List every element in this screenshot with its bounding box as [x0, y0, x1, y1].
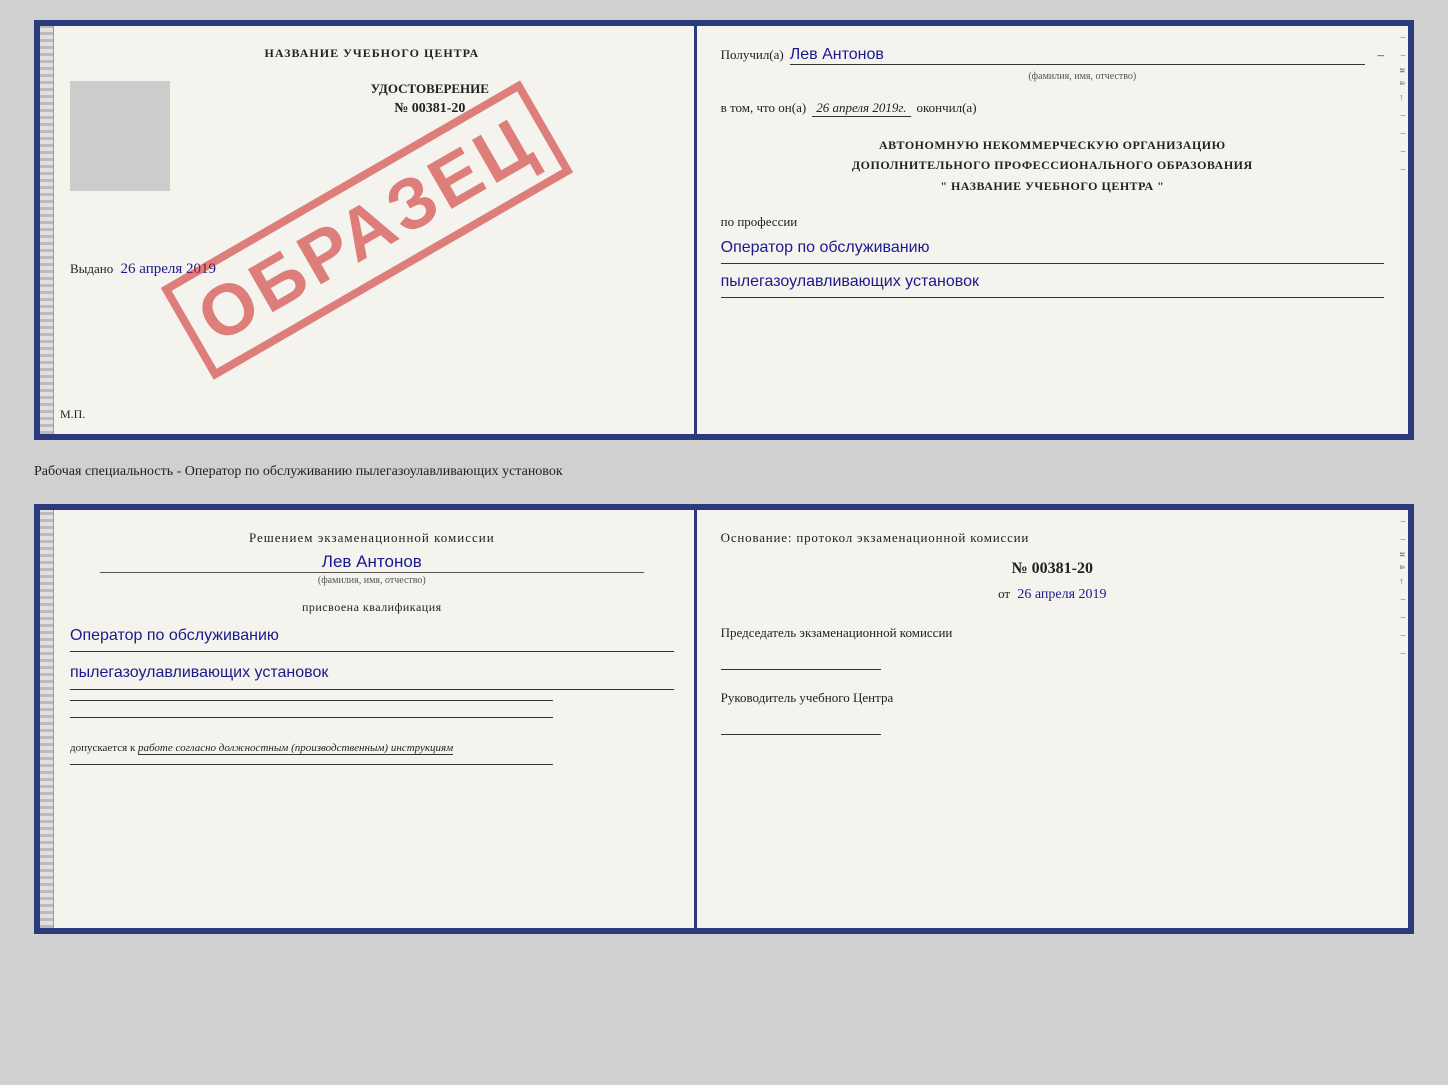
vtom-date: 26 апреля 2019г.	[812, 100, 910, 117]
chairman-label: Председатель экзаменационной комиссии	[721, 625, 1384, 641]
bottom-spine-decoration	[40, 510, 54, 928]
document-container: НАЗВАНИЕ УЧЕБНОГО ЦЕНТРА УДОСТОВЕРЕНИЕ №…	[34, 20, 1414, 934]
bottom-doc-right: Основание: протокол экзаменационной коми…	[697, 510, 1408, 928]
org-line2: ДОПОЛНИТЕЛЬНОГО ПРОФЕССИОНАЛЬНОГО ОБРАЗО…	[721, 155, 1384, 175]
osnovanie-text: Основание: протокол экзаменационной коми…	[721, 530, 1384, 546]
edge-decoration: – – и а ← – – – –	[1398, 26, 1408, 434]
org-line1: АВТОНОМНУЮ НЕКОММЕРЧЕСКУЮ ОРГАНИЗАЦИЮ	[721, 135, 1384, 155]
vtom-label: в том, что он(а)	[721, 100, 807, 116]
dopusk-text: работе согласно должностным (производств…	[138, 742, 453, 755]
udostoverenie-label: УДОСТОВЕРЕНИЕ	[186, 81, 674, 97]
fio-subtitle-top: (фамилия, имя, отчество)	[781, 71, 1384, 82]
ot-label: от	[998, 586, 1010, 601]
bottom-document: Решением экзаменационной комиссии Лев Ан…	[34, 504, 1414, 934]
bottom-edge-decoration: – – и а ← – – – –	[1398, 510, 1408, 928]
profession-line1: Оператор по обслуживанию	[721, 234, 1384, 264]
mp-label: М.П.	[60, 407, 85, 422]
org-line3: " НАЗВАНИЕ УЧЕБНОГО ЦЕНТРА "	[721, 176, 1384, 196]
bottom-doc-left: Решением экзаменационной комиссии Лев Ан…	[40, 510, 697, 928]
qualification-line1: Оператор по обслуживанию	[70, 621, 674, 652]
vydano-row: Выдано 26 апреля 2019	[70, 261, 674, 278]
recipient-row: Получил(а) Лев Антонов –	[721, 46, 1384, 65]
recipient-name: Лев Антонов	[790, 46, 1366, 65]
rukovoditel-label: Руководитель учебного Центра	[721, 690, 1384, 706]
protocol-number: № 00381-20	[721, 560, 1384, 578]
dopuskaetsya-block: допускается к работе согласно должностны…	[70, 742, 674, 754]
rukovoditel-block: Руководитель учебного Центра	[721, 690, 1384, 735]
vydano-label: Выдано	[70, 261, 113, 276]
doc-number: № 00381-20	[186, 101, 674, 117]
chairman-block: Председатель экзаменационной комиссии	[721, 625, 1384, 670]
vtom-row: в том, что он(а) 26 апреля 2019г. окончи…	[721, 100, 1384, 117]
middle-text: Рабочая специальность - Оператор по обсл…	[34, 456, 1414, 488]
bottom-date: 26 апреля 2019	[1017, 587, 1106, 602]
training-center-title: НАЗВАНИЕ УЧЕБНОГО ЦЕНТРА	[70, 46, 674, 61]
top-document: НАЗВАНИЕ УЧЕБНОГО ЦЕНТРА УДОСТОВЕРЕНИЕ №…	[34, 20, 1414, 440]
dopuskaetsya-label: допускается к	[70, 742, 135, 754]
sig-line-1	[70, 700, 553, 701]
org-block: АВТОНОМНУЮ НЕКОММЕРЧЕСКУЮ ОРГАНИЗАЦИЮ ДО…	[721, 135, 1384, 196]
po-professii-label: по профессии	[721, 214, 1384, 230]
sig-line-2	[70, 717, 553, 718]
prisvoena-label: присвоена квалификация	[70, 600, 674, 615]
ot-date: от 26 апреля 2019	[721, 586, 1384, 603]
qualification-line2: пылегазоулавливающих установок	[70, 658, 674, 689]
top-doc-left: НАЗВАНИЕ УЧЕБНОГО ЦЕНТРА УДОСТОВЕРЕНИЕ №…	[40, 26, 697, 434]
photo-placeholder	[70, 81, 170, 191]
chairman-sig-line	[721, 669, 881, 670]
bottom-name: Лев Антонов	[70, 552, 674, 572]
top-doc-right: Получил(а) Лев Антонов – (фамилия, имя, …	[697, 26, 1408, 434]
okoncil-label: окончил(а)	[917, 100, 977, 116]
sig-line-3	[70, 764, 553, 765]
bottom-fio-subtitle: (фамилия, имя, отчество)	[100, 572, 644, 586]
vydano-date: 26 апреля 2019	[121, 261, 217, 277]
profession-line2: пылегазоулавливающих установок	[721, 268, 1384, 298]
spine-decoration	[40, 26, 54, 434]
rukovoditel-sig-line	[721, 734, 881, 735]
resheniem-label: Решением экзаменационной комиссии	[70, 530, 674, 546]
poluchil-label: Получил(а)	[721, 47, 784, 63]
